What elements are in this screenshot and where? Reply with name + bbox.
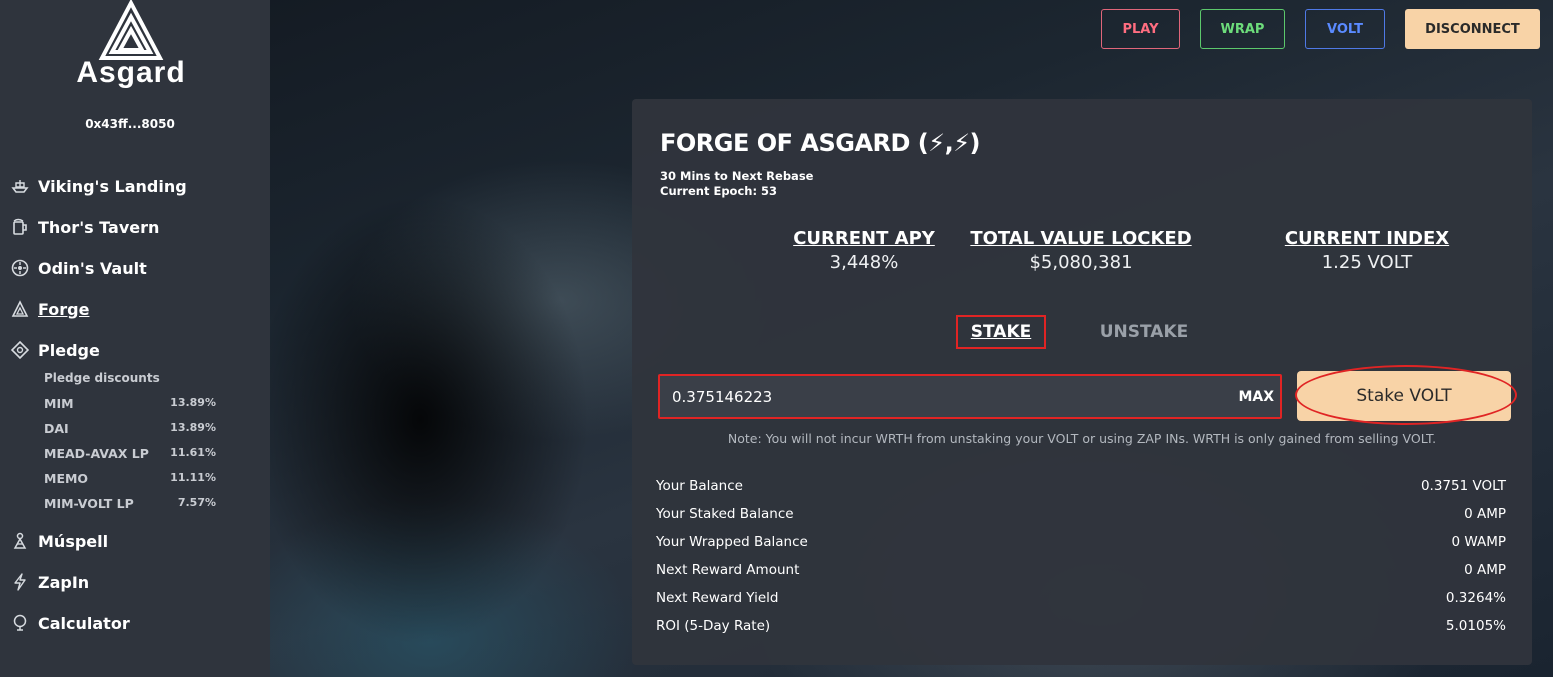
info-row-your-balance: Your Balance 0.3751 VOLT [656,478,1506,498]
info-row-roi-5-day: ROI (5-Day Rate) 5.0105% [656,618,1506,638]
pledge-discount-pct: 11.61% [170,446,216,459]
info-row-next-reward-amount: Next Reward Amount 0 AMP [656,562,1506,582]
vault-icon [10,258,30,278]
pledge-discount-name: MEMO [44,471,89,486]
tab-stake[interactable]: STAKE [956,315,1046,349]
calculator-icon [10,613,30,633]
sidebar-item-zapin[interactable]: ZapIn [10,570,89,594]
stat-value: 3,448% [829,252,899,273]
info-label: Next Reward Amount [656,562,800,578]
sidebar-item-vikings-landing[interactable]: Viking's Landing [10,174,187,198]
forge-icon [10,299,30,319]
max-button[interactable]: MAX [1238,384,1274,410]
pledge-discount-pct: 13.89% [170,421,216,434]
info-value: 0 AMP [1464,506,1506,522]
info-label: ROI (5-Day Rate) [656,618,771,634]
volt-button[interactable]: VOLT [1305,9,1385,49]
sidebar-item-label: Thor's Tavern [38,217,160,237]
sidebar-item-label: Múspell [38,531,109,551]
disconnect-button[interactable]: DISCONNECT [1405,9,1540,49]
info-value: 5.0105% [1445,618,1506,634]
pledge-discount-row[interactable]: MIM 13.89% [44,396,216,412]
sidebar-item-label: Odin's Vault [38,258,147,278]
sidebar-item-forge[interactable]: Forge [10,297,89,321]
tab-unstake[interactable]: UNSTAKE [1094,315,1194,349]
sidebar-item-label: Forge [38,299,90,319]
muspell-icon [10,531,30,551]
info-label: Next Reward Yield [656,590,779,606]
pledge-discount-name: MEAD-AVAX LP [44,446,149,461]
stat-value: $5,080,381 [1029,252,1133,273]
sidebar-item-pledge[interactable]: Pledge [10,338,100,362]
asgard-logo[interactable]: Asgard [68,0,194,100]
sidebar-item-odins-vault[interactable]: Odin's Vault [10,256,147,280]
rebase-timer: 30 Mins to Next Rebase [660,169,814,183]
stat-label: CURRENT INDEX [1284,228,1450,249]
ship-icon [10,176,30,196]
wrap-button[interactable]: WRAP [1200,9,1285,49]
info-label: Your Balance [656,478,743,494]
pledge-discount-pct: 7.57% [177,496,216,509]
zap-icon [10,572,30,592]
brand-name: Asgard [76,56,186,89]
pledge-discounts-title: Pledge discounts [44,371,160,385]
stat-current-apy: CURRENT APY 3,448% [744,228,984,273]
play-button[interactable]: PLAY [1101,9,1180,49]
sidebar-item-label: Viking's Landing [38,176,187,196]
pledge-discount-row[interactable]: DAI 13.89% [44,421,216,437]
info-value: 0.3751 VOLT [1420,478,1506,494]
forge-card: FORGE OF ASGARD (⚡,⚡) 30 Mins to Next Re… [632,99,1532,665]
stat-label: CURRENT APY [793,228,935,249]
current-epoch: Current Epoch: 53 [660,184,778,198]
pledge-discount-row[interactable]: MIM-VOLT LP 7.57% [44,496,216,512]
sidebar-item-thors-tavern[interactable]: Thor's Tavern [10,215,159,239]
pledge-icon [10,340,30,360]
pledge-discount-row[interactable]: MEAD-AVAX LP 11.61% [44,446,216,462]
pledge-discount-pct: 11.11% [170,471,216,484]
stat-current-index: CURRENT INDEX 1.25 VOLT [1247,228,1487,273]
info-row-wrapped-balance: Your Wrapped Balance 0 WAMP [656,534,1506,554]
info-label: Your Wrapped Balance [656,534,808,550]
stake-amount-input[interactable] [672,384,1192,410]
pledge-discount-name: MIM-VOLT LP [44,496,134,511]
sidebar-item-calculator[interactable]: Calculator [10,611,130,635]
info-value: 0 AMP [1464,562,1506,578]
sidebar-item-label: ZapIn [38,572,90,592]
info-label: Your Staked Balance [656,506,794,522]
stake-amount-field: MAX [658,374,1282,419]
sidebar-item-label: Pledge [38,340,100,360]
info-row-staked-balance: Your Staked Balance 0 AMP [656,506,1506,526]
info-row-next-reward-yield: Next Reward Yield 0.3264% [656,590,1506,610]
wallet-address: 0x43ff...8050 [85,117,175,131]
sidebar-item-label: Calculator [38,613,130,633]
info-value: 0.3264% [1445,590,1506,606]
info-value: 0 WAMP [1451,534,1506,550]
stat-label: TOTAL VALUE LOCKED [970,228,1192,249]
wrth-note: Note: You will not incur WRTH from unsta… [727,431,1437,446]
pledge-discount-name: DAI [44,421,69,436]
pledge-discount-name: MIM [44,396,74,411]
page-title: FORGE OF ASGARD (⚡,⚡) [660,129,981,157]
pledge-discount-pct: 13.89% [170,396,216,409]
sidebar: Asgard 0x43ff...8050 Viking's Landing Th… [0,0,270,677]
stat-value: 1.25 VOLT [1321,252,1413,273]
sidebar-item-muspell[interactable]: Múspell [10,529,108,553]
mug-icon [10,217,30,237]
stat-total-value-locked: TOTAL VALUE LOCKED $5,080,381 [961,228,1201,273]
pledge-discount-row[interactable]: MEMO 11.11% [44,471,216,487]
stake-volt-button[interactable]: Stake VOLT [1297,371,1511,421]
